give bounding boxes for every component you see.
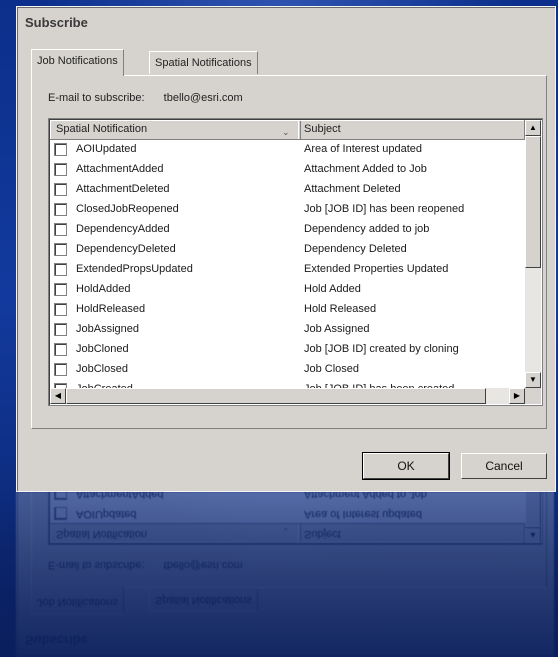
notification-name: AttachmentDeleted [76, 183, 170, 195]
list-rows: AOIUpdated Area of Interest updated Attach… [50, 140, 525, 388]
column-header-subject[interactable]: Subject [298, 120, 525, 139]
notification-checkbox[interactable] [54, 303, 67, 316]
column-header-notification-label: Spatial Notification [56, 123, 148, 135]
cancel-button[interactable]: Cancel [461, 453, 547, 479]
tab-panel: E-mail to subscribe: tbello@esri.com Spa… [31, 75, 547, 429]
column-header-notification[interactable]: Spatial Notification ⌄ [50, 120, 301, 139]
list-item[interactable]: AOIUpdated Area of Interest updated [50, 140, 525, 160]
notification-checkbox[interactable] [54, 323, 67, 336]
notification-checkbox[interactable] [54, 263, 67, 276]
list-item[interactable]: JobCloned Job [JOB ID] created by cloning [50, 340, 525, 360]
notification-name: ClosedJobReopened [76, 203, 179, 215]
horizontal-scroll-thumb[interactable] [66, 388, 486, 404]
notification-checkbox[interactable] [54, 243, 67, 256]
reflection-fade [0, 492, 558, 657]
subscribe-dialog: Subscribe Job Notifications Spatial Noti… [16, 6, 556, 492]
arrow-left-icon[interactable]: ◀ [50, 388, 66, 404]
notification-subject: Attachment Added to Job [304, 163, 427, 175]
notification-subject: Dependency Deleted [304, 243, 407, 255]
notification-checkbox[interactable] [54, 223, 67, 236]
list-item[interactable]: AttachmentDeleted Attachment Deleted [50, 180, 525, 200]
vertical-scrollbar[interactable]: ▲ ▼ [525, 120, 541, 388]
notification-name: JobAssigned [76, 323, 139, 335]
notification-name: ExtendedPropsUpdated [76, 263, 193, 275]
notification-subject: Extended Properties Updated [304, 263, 449, 275]
list-item[interactable]: JobAssigned Job Assigned [50, 320, 525, 340]
notification-checkbox[interactable] [54, 143, 67, 156]
list-item[interactable]: DependencyDeleted Dependency Deleted [50, 240, 525, 260]
arrow-up-icon[interactable]: ▲ [525, 120, 541, 136]
notification-name: DependencyDeleted [76, 243, 176, 255]
window-title: Subscribe [25, 15, 88, 30]
notification-checkbox[interactable] [54, 343, 67, 356]
email-row: E-mail to subscribe: tbello@esri.com [48, 92, 243, 104]
list-item[interactable]: DependencyAdded Dependency added to job [50, 220, 525, 240]
notification-subject: Job [JOB ID] created by cloning [304, 343, 459, 355]
notification-name: JobClosed [76, 363, 128, 375]
tab-spatial-notifications[interactable]: Spatial Notifications [149, 51, 258, 74]
scroll-corner [525, 388, 541, 404]
notification-checkbox[interactable] [54, 183, 67, 196]
list-item[interactable]: ExtendedPropsUpdated Extended Properties … [50, 260, 525, 280]
notification-name: DependencyAdded [76, 223, 170, 235]
tab-job-notifications[interactable]: Job Notifications [31, 49, 124, 76]
notification-subject: Area of Interest updated [304, 143, 423, 155]
notification-checkbox[interactable] [54, 363, 67, 376]
notification-subject: Job Closed [304, 363, 360, 375]
ok-button[interactable]: OK [363, 453, 449, 479]
horizontal-scrollbar[interactable]: ◀ ▶ [50, 388, 525, 404]
notification-name: JobCloned [76, 343, 129, 355]
notification-checkbox[interactable] [54, 203, 67, 216]
list-item[interactable]: AttachmentAdded Attachment Added to Job [50, 160, 525, 180]
email-value: tbello@esri.com [163, 92, 243, 104]
list-header: Spatial Notification ⌄ Subject [50, 120, 525, 140]
list-item[interactable]: HoldReleased Hold Released [50, 300, 525, 320]
notification-name: HoldReleased [76, 303, 146, 315]
notification-checkbox[interactable] [54, 163, 67, 176]
notification-checkbox[interactable] [54, 283, 67, 296]
notification-subject: Hold Added [304, 283, 361, 295]
arrow-down-icon[interactable]: ▼ [525, 372, 541, 388]
list-item[interactable]: JobCreatedJob [JOB ID] has been created [50, 380, 525, 388]
notification-name: AttachmentAdded [76, 163, 164, 175]
notification-subject: Job Assigned [304, 323, 370, 335]
notification-list: Spatial Notification ⌄ Subject AOIUpdate… [48, 118, 543, 406]
title-bar: Subscribe [19, 9, 553, 35]
list-item[interactable]: JobClosed Job Closed [50, 360, 525, 380]
email-label: E-mail to subscribe: [48, 92, 145, 104]
vertical-scroll-thumb[interactable] [525, 136, 541, 268]
notification-subject: Attachment Deleted [304, 183, 401, 195]
notification-subject: Hold Released [304, 303, 377, 315]
arrow-right-icon[interactable]: ▶ [509, 388, 525, 404]
list-item[interactable]: HoldAdded Hold Added [50, 280, 525, 300]
list-item[interactable]: ClosedJobReopened Job [JOB ID] has been r… [50, 200, 525, 220]
notification-subject: Dependency added to job [304, 223, 430, 235]
notification-subject: Job [JOB ID] has been reopened [304, 203, 465, 215]
notification-name: AOIUpdated [76, 143, 137, 155]
notification-name: HoldAdded [76, 283, 131, 295]
